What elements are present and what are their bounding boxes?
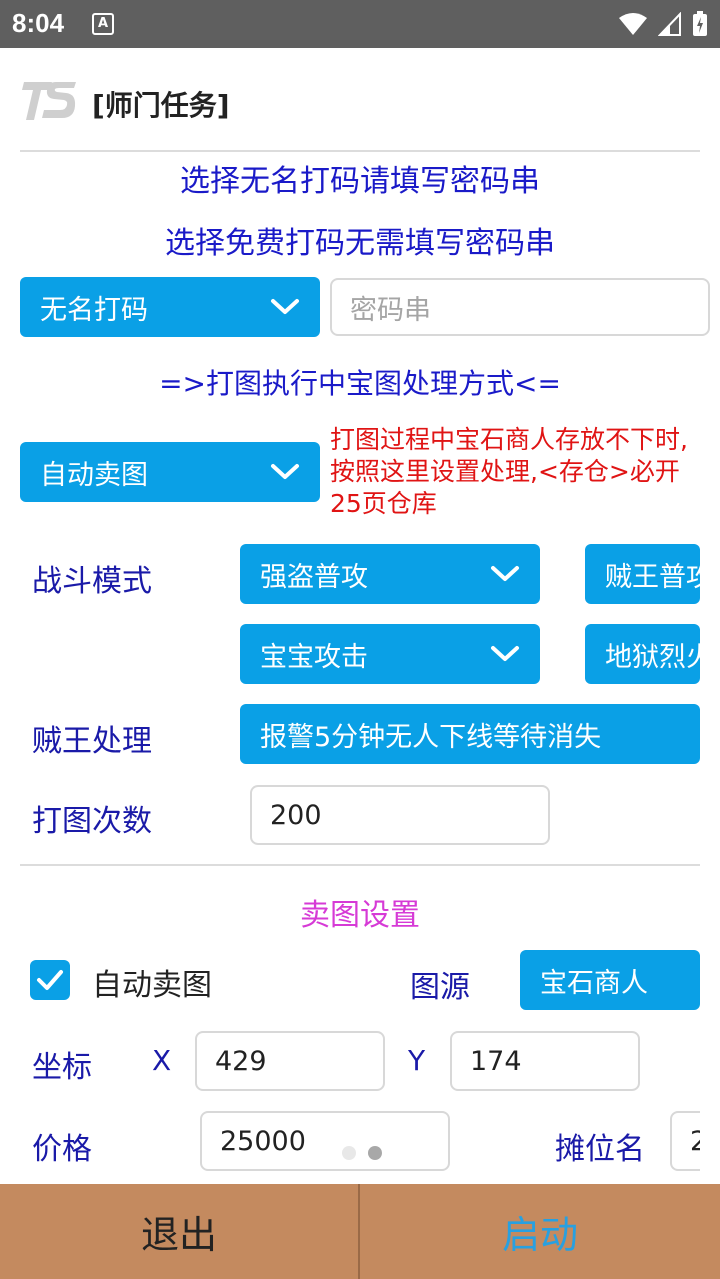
ts-logo-icon	[22, 82, 76, 120]
map-source-label: 图源	[410, 970, 470, 1005]
y-coordinate-value: 174	[470, 1045, 522, 1077]
pet-attack-value: 宝宝攻击	[260, 641, 368, 673]
bandit-attack-value: 强盗普攻	[260, 561, 368, 593]
wifi-icon	[619, 13, 647, 35]
thief-king-label: 贼王处理	[32, 724, 152, 759]
exit-button[interactable]: 退出	[0, 1184, 360, 1279]
signal-icon	[658, 12, 681, 36]
instruction-line-1: 选择无名打码请填写密码串	[180, 164, 540, 199]
price-value: 25000	[220, 1125, 306, 1157]
x-label: X	[152, 1044, 172, 1077]
x-coordinate-input[interactable]: 429	[195, 1031, 385, 1091]
thief-king-attack-select[interactable]: 贼王普攻	[585, 544, 700, 604]
chevron-down-icon	[271, 464, 299, 479]
hellfire-value: 地狱烈火	[605, 641, 700, 673]
stall-name-input[interactable]: 2	[670, 1111, 700, 1171]
page-indicator	[342, 1146, 382, 1160]
price-input[interactable]: 25000	[200, 1111, 450, 1171]
map-source-value: 宝石商人	[540, 967, 648, 999]
map-handling-select[interactable]: 自动卖图	[20, 442, 320, 502]
map-handling-title: =>打图执行中宝图处理方式<=	[159, 367, 561, 400]
sell-settings-title: 卖图设置	[300, 898, 420, 933]
x-coordinate-value: 429	[215, 1045, 267, 1077]
map-handling-value: 自动卖图	[40, 459, 148, 491]
map-count-input[interactable]: 200	[250, 785, 550, 845]
hellfire-select[interactable]: 地狱烈火	[585, 624, 700, 684]
page-title: [师门任务]	[92, 89, 230, 122]
instruction-line-2: 选择免费打码无需填写密码串	[165, 226, 555, 261]
password-string-placeholder: 密码串	[350, 294, 431, 326]
bandit-attack-select[interactable]: 强盗普攻	[240, 544, 540, 604]
captcha-mode-value: 无名打码	[40, 294, 148, 326]
chevron-down-icon	[491, 646, 519, 661]
map-source-select[interactable]: 宝石商人	[520, 950, 700, 1010]
thief-king-attack-value: 贼王普攻	[605, 561, 700, 593]
status-icons	[618, 10, 708, 38]
map-handling-note: 打图过程中宝石商人存放不下时,按照这里设置处理,<存仓>必开25页仓库	[330, 425, 688, 518]
status-time: 8:04	[12, 8, 65, 38]
header-divider	[20, 150, 700, 152]
bottom-action-bar: 退出 启动	[0, 1184, 720, 1279]
chevron-down-icon	[271, 299, 299, 314]
checkmark-icon	[37, 970, 63, 990]
password-string-input[interactable]: 密码串	[330, 278, 710, 336]
coordinate-label: 坐标	[32, 1050, 92, 1085]
notification-icon: A	[92, 13, 114, 35]
captcha-mode-select[interactable]: 无名打码	[20, 277, 320, 337]
map-count-label: 打图次数	[32, 804, 152, 839]
pet-attack-select[interactable]: 宝宝攻击	[240, 624, 540, 684]
thief-king-handling-value: 报警5分钟无人下线等待消失	[260, 721, 602, 753]
price-label: 价格	[32, 1132, 92, 1167]
y-coordinate-input[interactable]: 174	[450, 1031, 640, 1091]
start-button[interactable]: 启动	[360, 1184, 720, 1279]
stall-name-value: 2	[690, 1126, 700, 1157]
section-divider	[20, 864, 700, 866]
auto-sell-checkbox[interactable]	[30, 960, 70, 1000]
thief-king-handling-select[interactable]: 报警5分钟无人下线等待消失	[240, 704, 700, 764]
auto-sell-label: 自动卖图	[92, 968, 212, 1003]
battery-icon	[693, 11, 707, 36]
status-bar: 8:04 A	[0, 0, 720, 48]
page-dot-active	[368, 1146, 382, 1160]
chevron-down-icon	[491, 566, 519, 581]
battle-mode-label: 战斗模式	[32, 564, 152, 599]
stall-name-label: 摊位名	[555, 1132, 645, 1167]
app-header: [师门任务]	[0, 48, 720, 152]
page-dot	[342, 1146, 356, 1160]
map-count-value: 200	[270, 799, 322, 831]
y-label: Y	[408, 1044, 426, 1077]
